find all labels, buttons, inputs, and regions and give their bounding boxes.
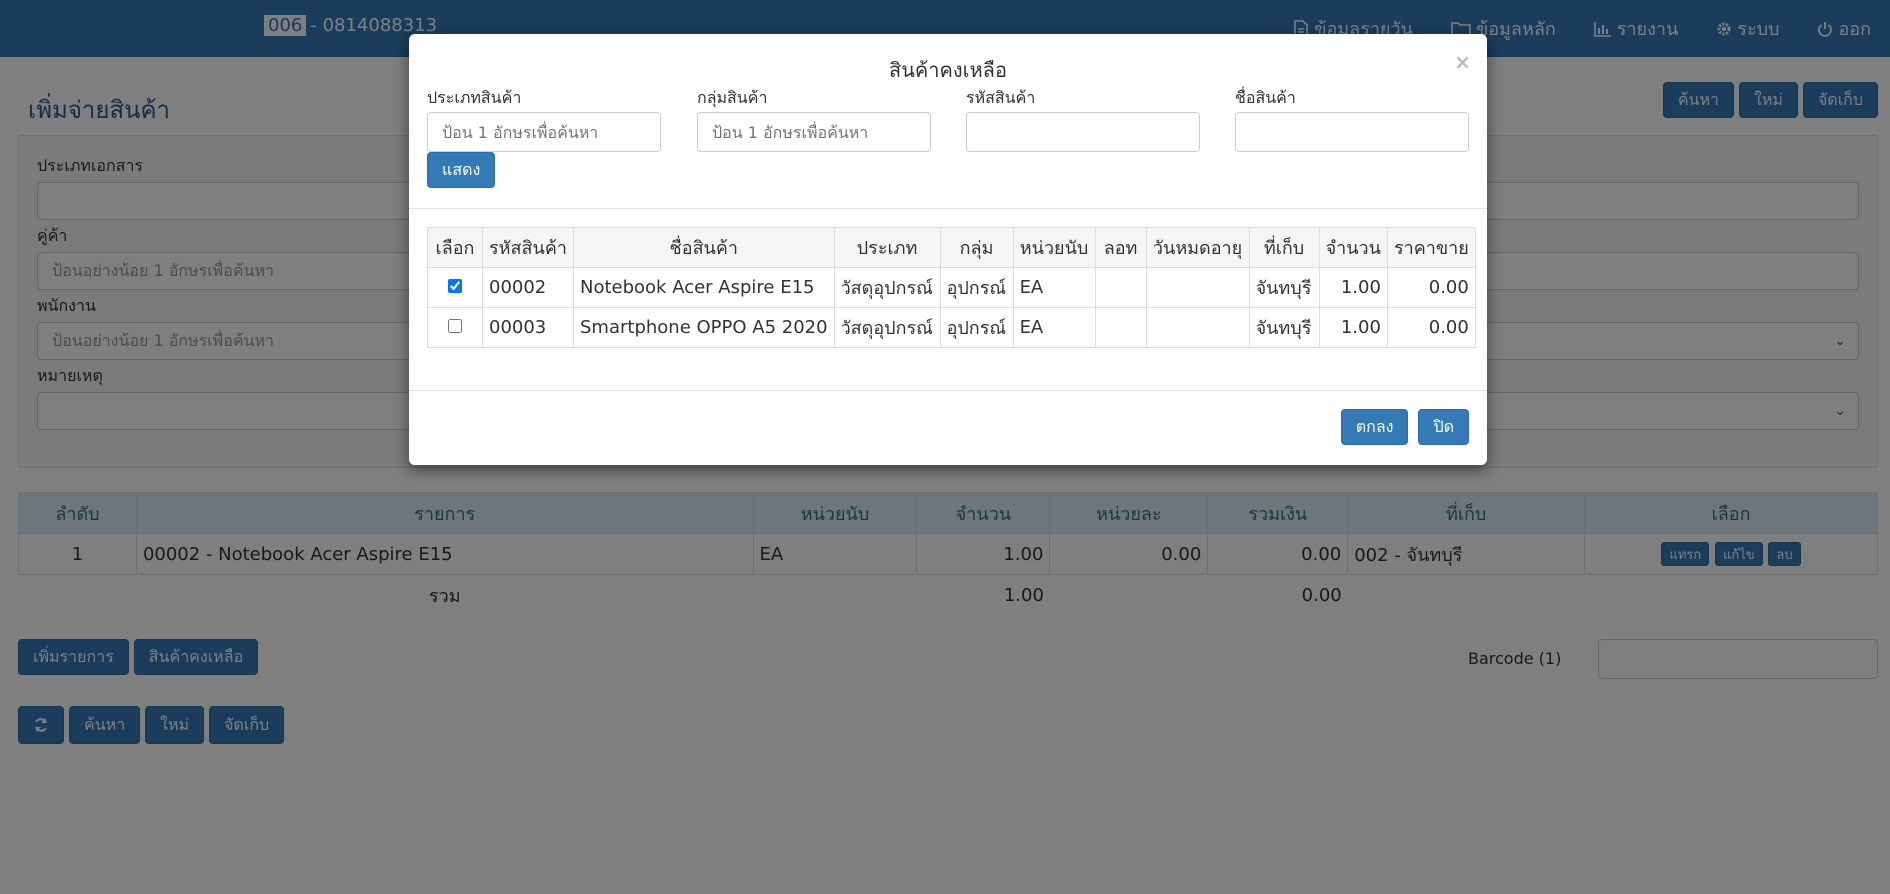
col-header: วันหมดอายุ xyxy=(1145,227,1250,268)
filter-product-type: ประเภทสินค้า xyxy=(427,84,661,152)
cell-lot xyxy=(1094,267,1147,308)
filter-label: รหัสสินค้า xyxy=(966,88,1036,107)
filter-label: ประเภทสินค้า xyxy=(427,88,522,107)
col-header: ลอท xyxy=(1094,227,1147,268)
product-group-input[interactable] xyxy=(697,112,931,152)
cell-lot xyxy=(1094,307,1147,348)
col-header: กลุ่ม xyxy=(939,227,1014,268)
select-row-checkbox[interactable] xyxy=(448,319,462,333)
stock-modal: สินค้าคงเหลือ × ประเภทสินค้า กลุ่มสินค้า… xyxy=(409,34,1487,465)
col-header: หน่วยนับ xyxy=(1012,227,1096,268)
col-header: รหัสสินค้า xyxy=(482,227,574,268)
cell-qty: 1.00 xyxy=(1318,267,1388,308)
cell-expiry xyxy=(1145,307,1250,348)
cell-group: อุปกรณ์ xyxy=(939,267,1014,308)
close-button[interactable]: ปิด xyxy=(1418,409,1469,445)
stock-table-header: เลือก รหัสสินค้า ชื่อสินค้า ประเภท กลุ่ม… xyxy=(427,227,1476,268)
cell-select xyxy=(427,267,483,308)
filter-product-name: ชื่อสินค้า xyxy=(1235,84,1469,152)
col-header: เลือก xyxy=(427,227,483,268)
cell-group: อุปกรณ์ xyxy=(939,307,1014,348)
col-header: ชื่อสินค้า xyxy=(573,227,835,268)
table-row: 00002 Notebook Acer Aspire E15 วัสดุอุปก… xyxy=(427,267,1476,308)
table-row: 00003 Smartphone OPPO A5 2020 วัสดุอุปกร… xyxy=(427,307,1476,348)
cell-select xyxy=(427,307,483,348)
close-icon[interactable]: × xyxy=(1454,50,1471,74)
modal-footer: ตกลง ปิด xyxy=(1340,409,1469,445)
select-row-checkbox[interactable] xyxy=(448,279,462,293)
modal-divider xyxy=(409,208,1487,209)
cell-name: Smartphone OPPO A5 2020 xyxy=(573,307,835,348)
filter-product-code: รหัสสินค้า xyxy=(966,84,1200,152)
product-type-input[interactable] xyxy=(427,112,661,152)
filter-label: กลุ่มสินค้า xyxy=(697,88,768,107)
cell-location: จันทบุรี xyxy=(1248,307,1320,348)
col-header: ที่เก็บ xyxy=(1248,227,1320,268)
modal-title: สินค้าคงเหลือ xyxy=(889,58,1007,82)
col-header: จำนวน xyxy=(1318,227,1388,268)
cell-expiry xyxy=(1145,267,1250,308)
cell-unit: EA xyxy=(1012,267,1096,308)
show-button[interactable]: แสดง xyxy=(427,152,496,188)
cell-unit: EA xyxy=(1012,307,1096,348)
modal-divider xyxy=(409,390,1487,391)
filter-product-group: กลุ่มสินค้า xyxy=(697,84,931,152)
stock-table: เลือก รหัสสินค้า ชื่อสินค้า ประเภท กลุ่ม… xyxy=(427,227,1476,348)
cell-qty: 1.00 xyxy=(1318,307,1388,348)
cell-price: 0.00 xyxy=(1386,267,1476,308)
ok-button[interactable]: ตกลง xyxy=(1340,409,1409,445)
cell-type: วัสดุอุปกรณ์ xyxy=(833,307,941,348)
filter-label: ชื่อสินค้า xyxy=(1235,88,1296,107)
cell-code: 00002 xyxy=(482,267,574,308)
cell-name: Notebook Acer Aspire E15 xyxy=(573,267,835,308)
product-name-input[interactable] xyxy=(1235,112,1469,152)
cell-price: 0.00 xyxy=(1386,307,1476,348)
cell-type: วัสดุอุปกรณ์ xyxy=(833,267,941,308)
col-header: ราคาขาย xyxy=(1386,227,1476,268)
product-code-input[interactable] xyxy=(966,112,1200,152)
cell-code: 00003 xyxy=(482,307,574,348)
cell-location: จันทบุรี xyxy=(1248,267,1320,308)
col-header: ประเภท xyxy=(833,227,941,268)
